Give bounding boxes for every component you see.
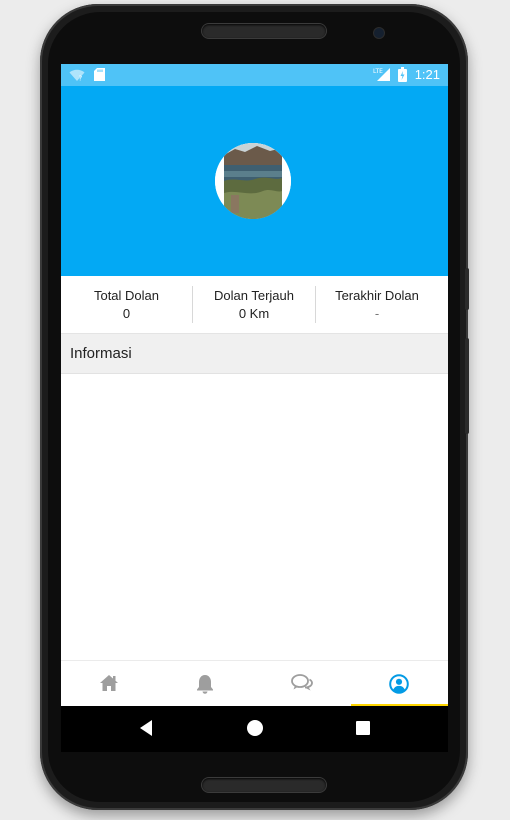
stat-label: Dolan Terjauh (214, 288, 294, 303)
sd-card-icon (94, 68, 105, 86)
profile-photo (215, 143, 291, 219)
bottom-speaker (202, 778, 326, 792)
bell-icon (197, 675, 213, 694)
android-navigation-bar (61, 706, 448, 752)
front-camera (374, 28, 384, 38)
home-icon (100, 675, 118, 691)
wifi-icon: ? (69, 68, 85, 87)
volume-button (465, 338, 469, 434)
svg-text:?: ? (79, 75, 83, 83)
nav-notifications[interactable] (157, 661, 253, 707)
nav-chat[interactable] (253, 661, 349, 707)
stat-value: - (374, 306, 380, 321)
nav-home[interactable] (61, 661, 157, 707)
info-title: Informasi (70, 345, 132, 362)
status-time: 1:21 (414, 67, 440, 82)
back-icon[interactable] (139, 719, 153, 742)
stats-row: Total Dolan 0 Dolan Terjauh 0 Km Terakhi… (61, 276, 448, 334)
stat-value: 0 Km (238, 306, 270, 321)
stat-label: Total Dolan (93, 288, 160, 303)
recents-icon[interactable] (356, 721, 370, 740)
home-circle-icon[interactable] (246, 719, 264, 742)
nav-profile[interactable] (351, 661, 448, 707)
stat-value: 0 (122, 306, 131, 321)
battery-charging-icon (398, 67, 407, 87)
svg-text:LTE: LTE (373, 68, 383, 75)
stat-total-dolan: Total Dolan 0 (61, 276, 192, 333)
account-circle-icon (389, 674, 409, 694)
power-button (465, 268, 469, 310)
info-content (61, 374, 448, 660)
app-screen: ? LTE 1:21 Total Dolan 0 Dolan Terjauh 0… (61, 64, 448, 752)
info-section-header: Informasi (61, 334, 448, 374)
profile-header (61, 86, 448, 276)
stat-terakhir-dolan: Terakhir Dolan - (316, 276, 438, 333)
bottom-navigation (61, 660, 448, 707)
lte-signal-icon: LTE (373, 67, 391, 87)
profile-avatar[interactable] (215, 143, 291, 219)
stat-dolan-terjauh: Dolan Terjauh 0 Km (193, 276, 315, 333)
top-speaker (202, 24, 326, 38)
stat-label: Terakhir Dolan (335, 288, 419, 303)
status-bar: ? LTE 1:21 (61, 64, 448, 86)
chat-icon (291, 674, 313, 691)
